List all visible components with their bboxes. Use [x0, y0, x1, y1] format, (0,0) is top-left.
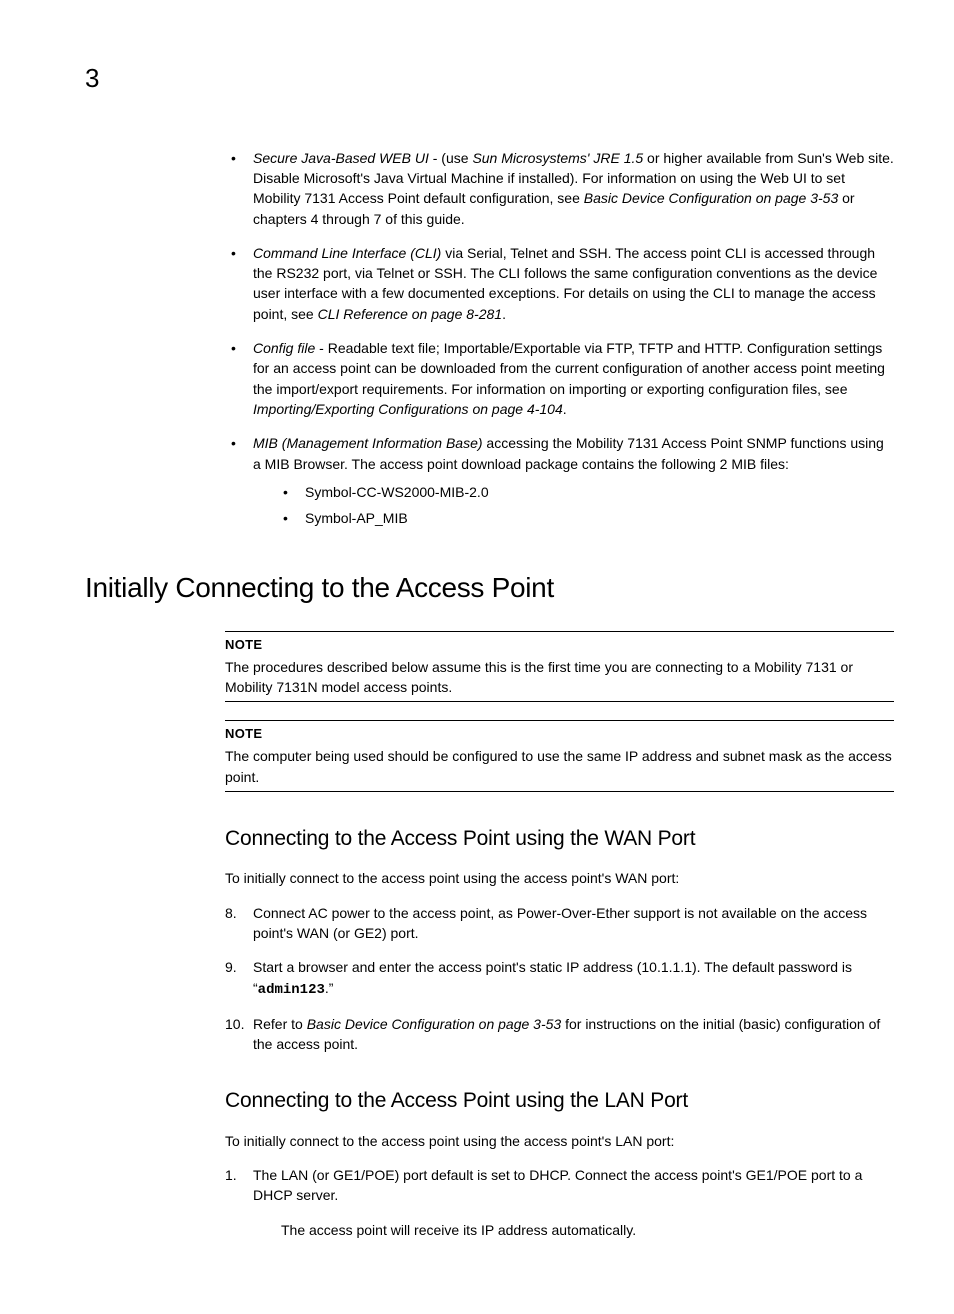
note-block-1: NOTE The procedures described below assu…	[225, 631, 894, 702]
note-rule	[225, 791, 894, 792]
step-9: 9. Start a browser and enter the access …	[225, 957, 894, 1000]
note-label: NOTE	[225, 636, 894, 655]
bullet-text: .	[502, 306, 506, 322]
bullet-section: Secure Java-Based WEB UI - (use Sun Micr…	[225, 148, 894, 529]
step-ref: Basic Device Configuration on page 3-53	[307, 1016, 562, 1032]
step-number: 10.	[225, 1014, 244, 1034]
step-1: 1. The LAN (or GE1/POE) port default is …	[225, 1165, 894, 1206]
note-rule	[225, 631, 894, 632]
lan-steps: 1. The LAN (or GE1/POE) port default is …	[225, 1165, 894, 1206]
step-code: admin123	[258, 982, 325, 998]
page-number: 3	[85, 60, 894, 98]
document-page: 3 Secure Java-Based WEB UI - (use Sun Mi…	[0, 0, 954, 1314]
bullet-lead: Secure Java-Based WEB UI	[253, 150, 429, 166]
main-bullet-list: Secure Java-Based WEB UI - (use Sun Micr…	[225, 148, 894, 529]
step-text: Connect AC power to the access point, as…	[253, 905, 867, 941]
bullet-text: - Readable text file; Importable/Exporta…	[253, 340, 885, 397]
step-number: 1.	[225, 1165, 237, 1185]
sub-bullet-item: Symbol-AP_MIB	[277, 508, 894, 528]
step-text: Start a browser and enter the access poi…	[253, 959, 852, 995]
wan-heading: Connecting to the Access Point using the…	[225, 824, 894, 854]
bullet-lead: Config file	[253, 340, 315, 356]
note-text: The procedures described below assume th…	[225, 657, 894, 698]
note-label: NOTE	[225, 725, 894, 744]
bullet-web-ui: Secure Java-Based WEB UI - (use Sun Micr…	[225, 148, 894, 229]
wan-intro: To initially connect to the access point…	[225, 868, 894, 888]
wan-steps: 8. Connect AC power to the access point,…	[225, 903, 894, 1055]
bullet-config-file: Config file - Readable text file; Import…	[225, 338, 894, 419]
bullet-ref: Importing/Exporting Configurations on pa…	[253, 401, 563, 417]
lan-section: Connecting to the Access Point using the…	[225, 1086, 894, 1240]
section-heading-main: Initially Connecting to the Access Point	[85, 568, 894, 609]
bullet-ref: Basic Device Configuration on page 3-53	[584, 190, 839, 206]
bullet-text: - (use	[429, 150, 473, 166]
note-block-2: NOTE The computer being used should be c…	[225, 720, 894, 791]
step-result: The access point will receive its IP add…	[281, 1220, 894, 1240]
bullet-ref: CLI Reference on page 8-281	[318, 306, 502, 322]
lan-intro: To initially connect to the access point…	[225, 1131, 894, 1151]
bullet-mib: MIB (Management Information Base) access…	[225, 433, 894, 528]
sub-bullet-item: Symbol-CC-WS2000-MIB-2.0	[277, 482, 894, 502]
step-number: 8.	[225, 903, 237, 923]
note-rule	[225, 701, 894, 702]
step-8: 8. Connect AC power to the access point,…	[225, 903, 894, 944]
wan-section: Connecting to the Access Point using the…	[225, 824, 894, 1055]
step-number: 9.	[225, 957, 237, 977]
bullet-lead: MIB (Management Information Base)	[253, 435, 483, 451]
note-text: The computer being used should be config…	[225, 746, 894, 787]
note-rule	[225, 720, 894, 721]
bullet-emph: Sun Microsystems' JRE 1.5	[472, 150, 643, 166]
step-text: Refer to	[253, 1016, 307, 1032]
bullet-text: .	[563, 401, 567, 417]
step-10: 10. Refer to Basic Device Configuration …	[225, 1014, 894, 1055]
step-text: The LAN (or GE1/POE) port default is set…	[253, 1167, 862, 1203]
lan-heading: Connecting to the Access Point using the…	[225, 1086, 894, 1116]
bullet-lead: Command Line Interface (CLI)	[253, 245, 441, 261]
bullet-cli: Command Line Interface (CLI) via Serial,…	[225, 243, 894, 324]
step-text: .”	[325, 980, 334, 996]
sub-bullet-list: Symbol-CC-WS2000-MIB-2.0 Symbol-AP_MIB	[277, 482, 894, 529]
